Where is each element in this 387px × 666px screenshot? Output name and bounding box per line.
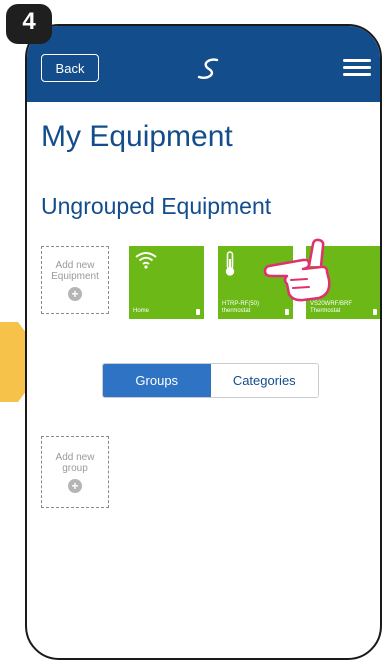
section-title-ungrouped: Ungrouped Equipment <box>41 193 272 219</box>
add-group-label-2: group <box>62 462 88 474</box>
add-group-button[interactable]: Add new group + <box>41 436 109 508</box>
hamburger-menu-icon[interactable] <box>343 59 371 77</box>
device-tile-home[interactable]: Home <box>129 246 204 319</box>
app-header: Back <box>27 26 380 102</box>
wifi-icon <box>135 252 157 269</box>
page-title: My Equipment <box>41 120 233 153</box>
view-toggle: Groups Categories <box>102 363 319 398</box>
step-number-badge: 4 <box>6 4 52 44</box>
salus-logo-icon[interactable] <box>195 56 223 82</box>
lock-icon <box>285 309 289 315</box>
phone-frame: Back My Equipment Ungrouped Equipment Ad… <box>25 24 382 660</box>
thermometer-icon <box>225 251 235 276</box>
device-name: Home <box>133 308 150 314</box>
add-equipment-label-2: Equipment <box>51 270 99 282</box>
pointing-hand-icon <box>263 238 331 302</box>
lock-icon <box>196 309 200 315</box>
add-equipment-label-1: Add new <box>55 259 95 271</box>
tab-categories[interactable]: Categories <box>210 364 318 397</box>
add-equipment-button[interactable]: Add new Equipment + <box>41 246 109 314</box>
back-button[interactable]: Back <box>41 54 99 82</box>
add-group-label-1: Add new <box>55 451 95 463</box>
plus-circle-icon: + <box>68 478 82 493</box>
tab-groups[interactable]: Groups <box>103 364 211 397</box>
lock-icon <box>373 309 377 315</box>
plus-circle-icon: + <box>68 286 82 301</box>
